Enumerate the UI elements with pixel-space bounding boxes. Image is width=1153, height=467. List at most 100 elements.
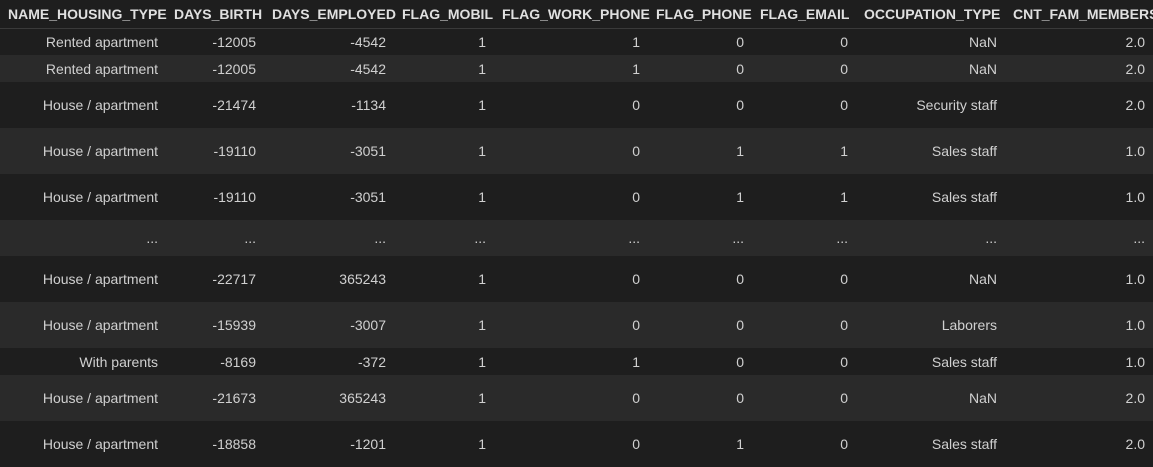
table-cell: 1.0 [1005,302,1153,348]
table-cell: 1 [494,55,648,82]
table-cell: 1 [394,375,494,421]
table-cell: 1.0 [1005,174,1153,220]
table-cell: -1201 [264,421,394,467]
column-header-occupation-type[interactable]: OCCUPATION_TYPE [856,0,1005,29]
table-cell: 1 [494,348,648,375]
table-cell: 2.0 [1005,55,1153,82]
table-cell: House / apartment [0,375,166,421]
table-cell: 0 [494,128,648,174]
column-header-flag-mobil[interactable]: FLAG_MOBIL [394,0,494,29]
table-cell: 1 [648,128,752,174]
column-header-days-birth[interactable]: DAYS_BIRTH [166,0,264,29]
header-row: NAME_HOUSING_TYPE DAYS_BIRTH DAYS_EMPLOY… [0,0,1153,29]
table-cell: NaN [856,28,1005,55]
table-cell: Laborers [856,302,1005,348]
table-row: With parents -8169 -372 1 1 0 0 Sales st… [0,348,1153,375]
table-cell: 1 [752,174,856,220]
table-cell: 1 [752,128,856,174]
table-cell: House / apartment [0,421,166,467]
table-cell: 1 [394,421,494,467]
table-cell: Rented apartment [0,55,166,82]
table-cell: 0 [494,82,648,128]
column-header-cnt-fam-members[interactable]: CNT_FAM_MEMBERS [1005,0,1153,29]
table-cell: With parents [0,348,166,375]
table-cell: 0 [752,256,856,302]
table-cell: 1 [394,128,494,174]
table-cell: ... [648,220,752,256]
column-header-name-housing-type[interactable]: NAME_HOUSING_TYPE [0,0,167,29]
table-cell: Sales staff [856,421,1005,467]
table-cell: 2.0 [1005,375,1153,421]
table-cell: -3051 [264,174,394,220]
table-cell: 1.0 [1005,348,1153,375]
column-header-flag-email[interactable]: FLAG_EMAIL [752,0,856,29]
table-cell: NaN [856,256,1005,302]
table-cell: 1 [494,28,648,55]
table-cell: Sales staff [856,128,1005,174]
table-cell: -3007 [264,302,394,348]
table-row: House / apartment -19110 -3051 1 0 1 1 S… [0,128,1153,174]
table-cell: ... [1005,220,1153,256]
column-header-days-employed[interactable]: DAYS_EMPLOYED [264,0,396,29]
table-cell: 365243 [264,256,394,302]
table-cell: -12005 [166,28,264,55]
table-cell: 0 [752,28,856,55]
table-cell: -4542 [264,55,394,82]
table-cell: -18858 [166,421,264,467]
table-cell: -372 [264,348,394,375]
table-cell: 0 [494,302,648,348]
table-cell: 1 [394,28,494,55]
table-cell: 0 [752,421,856,467]
table-cell: 1 [648,421,752,467]
column-header-flag-work-phone[interactable]: FLAG_WORK_PHONE [494,0,650,29]
table-row: House / apartment -15939 -3007 1 0 0 0 L… [0,302,1153,348]
table-cell: Security staff [856,82,1005,128]
table-cell: 2.0 [1005,28,1153,55]
table-cell: Rented apartment [0,28,166,55]
table-cell: -1134 [264,82,394,128]
table-cell: House / apartment [0,128,166,174]
table-cell: ... [752,220,856,256]
table-cell: 1 [394,348,494,375]
table-cell: 0 [494,421,648,467]
table-cell: -12005 [166,55,264,82]
table-cell: 1.0 [1005,128,1153,174]
table-cell: -21474 [166,82,264,128]
dataframe-table: NAME_HOUSING_TYPE DAYS_BIRTH DAYS_EMPLOY… [0,0,1153,467]
table-cell: 0 [648,348,752,375]
table-cell: 2.0 [1005,421,1153,467]
table-cell: -3051 [264,128,394,174]
table-cell: 2.0 [1005,82,1153,128]
table-cell: -4542 [264,28,394,55]
table-cell: 0 [648,82,752,128]
table-row: Rented apartment -12005 -4542 1 1 0 0 Na… [0,28,1153,55]
table-cell: -19110 [166,128,264,174]
table-cell: House / apartment [0,256,166,302]
table-cell: ... [856,220,1005,256]
table-cell: Sales staff [856,174,1005,220]
table-cell: House / apartment [0,82,166,128]
table-cell: 1 [394,55,494,82]
table-row: House / apartment -19110 -3051 1 0 1 1 S… [0,174,1153,220]
table-row: Rented apartment -12005 -4542 1 1 0 0 Na… [0,55,1153,82]
table-cell: ... [494,220,648,256]
table-cell: 0 [648,55,752,82]
table-cell: ... [166,220,264,256]
table-cell: 0 [752,82,856,128]
table-cell: 0 [648,375,752,421]
table-cell: 1.0 [1005,256,1153,302]
table-cell: 1 [394,174,494,220]
table-cell: 0 [494,174,648,220]
table-cell: NaN [856,375,1005,421]
table-cell: 1 [394,302,494,348]
table-cell: 0 [752,375,856,421]
column-header-flag-phone[interactable]: FLAG_PHONE [648,0,752,29]
table-row: House / apartment -22717 365243 1 0 0 0 … [0,256,1153,302]
table-cell: 0 [752,302,856,348]
table-cell: 0 [648,28,752,55]
table-row-ellipsis: ... ... ... ... ... ... ... ... ... [0,220,1153,256]
table-cell: -22717 [166,256,264,302]
table-row: House / apartment -21474 -1134 1 0 0 0 S… [0,82,1153,128]
table-cell: House / apartment [0,174,166,220]
table-cell: 0 [648,302,752,348]
